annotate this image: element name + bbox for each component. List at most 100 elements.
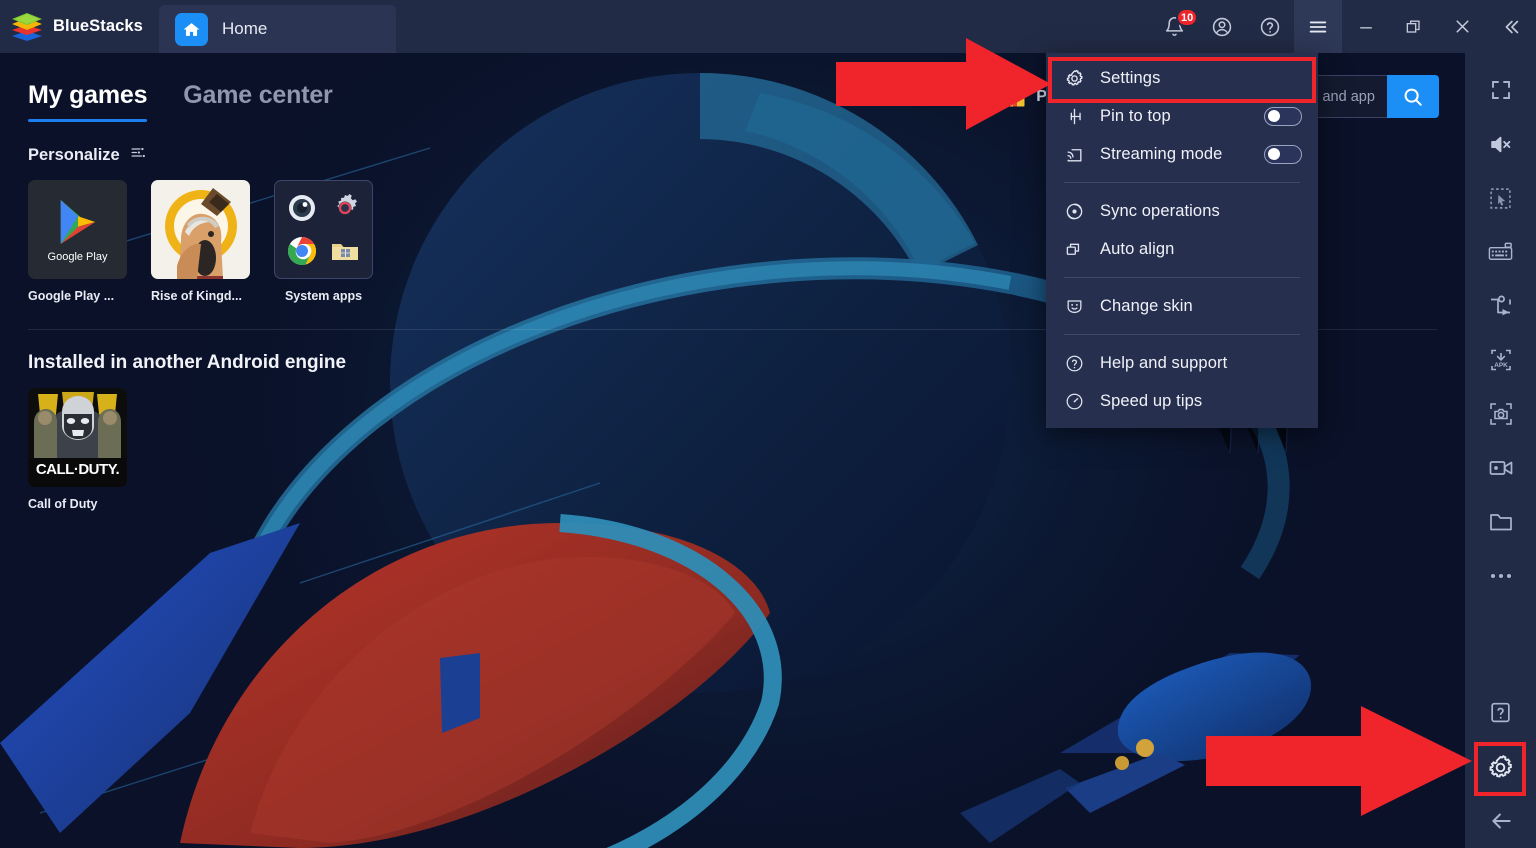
auto-align-icon	[1064, 239, 1084, 259]
help-button[interactable]	[1246, 0, 1294, 53]
personalize-label: Personalize	[28, 145, 120, 164]
speedometer-icon	[1064, 391, 1084, 411]
svg-text:APK: APK	[1494, 362, 1508, 369]
menu-item-help-and-support-label: Help and support	[1100, 353, 1228, 372]
camera-eye-icon	[289, 195, 316, 222]
gear-icon	[1489, 754, 1512, 778]
menu-item-pin-to-top-label: Pin to top	[1100, 106, 1171, 125]
install-apk-icon: APK	[1490, 349, 1511, 371]
app-label-system-apps: System apps	[284, 289, 363, 303]
system-apps-folder-icon	[274, 180, 373, 279]
app-label-call-of-duty: Call of Duty	[28, 497, 98, 511]
rise-of-kingdoms-icon	[151, 180, 250, 279]
restore-window-icon	[1406, 20, 1420, 33]
file-manager-folder-icon	[331, 243, 358, 260]
menu-item-pin-to-top[interactable]: Pin to top	[1046, 97, 1318, 135]
menu-item-auto-align[interactable]: Auto align	[1046, 230, 1318, 268]
macro-recorder-icon	[1490, 295, 1511, 316]
mute-icon	[1491, 136, 1511, 152]
menu-separator	[1064, 277, 1300, 278]
sidebar-item-back[interactable]	[1465, 794, 1536, 848]
app-item-google-play[interactable]: Google Play Google Play ...	[28, 180, 127, 303]
sidebar-item-help[interactable]	[1465, 686, 1536, 740]
close-button[interactable]	[1438, 0, 1486, 53]
sidebar-item-install-apk[interactable]: APK	[1465, 333, 1536, 387]
hamburger-menu-icon	[1309, 20, 1327, 32]
bluestacks-window: BlueStacks Home 10 My games Game center …	[0, 0, 1536, 848]
screenshot-icon	[1489, 403, 1512, 425]
tab-my-games-label: My games	[28, 81, 148, 109]
window-controls: 10	[1150, 0, 1536, 53]
tab-home-label: Home	[221, 19, 268, 38]
sidebar-item-media-manager[interactable]	[1465, 495, 1536, 549]
sidebar-item-screenshot[interactable]	[1465, 387, 1536, 441]
streaming-mode-toggle[interactable]	[1264, 144, 1302, 164]
menu-separator	[1064, 182, 1300, 183]
android-settings-gear-icon	[337, 194, 357, 215]
sidebar-item-macro-recorder[interactable]	[1465, 279, 1536, 333]
question-box-icon	[1491, 703, 1510, 723]
more-options-icon	[1490, 574, 1511, 579]
call-of-duty-icon: CALL·DUTY.	[28, 388, 127, 487]
sliders-icon[interactable]	[130, 144, 147, 166]
hamburger-menu-button[interactable]	[1294, 0, 1342, 53]
menu-item-help-and-support[interactable]: Help and support	[1046, 344, 1318, 382]
app-item-system-apps[interactable]: System apps	[274, 180, 373, 303]
menu-item-settings-label: Settings	[1100, 68, 1161, 87]
multi-select-icon	[1490, 187, 1511, 209]
sidebar-item-more-options[interactable]	[1465, 549, 1536, 603]
pin-icon	[1064, 106, 1084, 126]
maximize-button[interactable]	[1390, 0, 1438, 53]
menu-separator	[1064, 334, 1300, 335]
right-toolbar: APK	[1465, 53, 1536, 848]
tab-home[interactable]: Home	[158, 5, 396, 53]
home-icon	[174, 12, 208, 46]
sidebar-item-settings[interactable]	[1465, 740, 1536, 794]
minimize-button[interactable]	[1342, 0, 1390, 53]
menu-item-sync-operations-label: Sync operations	[1100, 201, 1220, 220]
sidebar-item-game-controls[interactable]	[1465, 225, 1536, 279]
notification-badge: 10	[1176, 8, 1199, 27]
menu-item-settings[interactable]: Settings	[1046, 59, 1318, 97]
question-circle-icon	[1064, 353, 1084, 373]
search-button[interactable]	[1387, 75, 1439, 118]
tab-game-center-label: Game center	[183, 81, 333, 109]
sync-operations-icon	[1064, 201, 1084, 221]
google-play-caption: Google Play	[47, 250, 108, 263]
app-item-call-of-duty[interactable]: CALL·DUTY. Call of Duty	[28, 388, 127, 511]
menu-item-sync-operations[interactable]: Sync operations	[1046, 192, 1318, 230]
menu-item-streaming-mode-label: Streaming mode	[1100, 144, 1223, 163]
notifications-button[interactable]: 10	[1150, 0, 1199, 53]
cast-icon	[1064, 144, 1084, 164]
back-arrow-icon	[1491, 813, 1511, 829]
question-circle-icon	[1260, 17, 1280, 36]
brand-name: BlueStacks	[53, 17, 143, 35]
chevron-double-left-icon	[1505, 20, 1519, 33]
app-label-rise-of-kingdoms: Rise of Kingd...	[151, 289, 242, 303]
google-play-icon: Google Play	[28, 180, 127, 279]
bluestacks-logo-icon	[12, 12, 42, 41]
sidebar-item-record-screen[interactable]	[1465, 441, 1536, 495]
menu-item-auto-align-label: Auto align	[1100, 239, 1175, 258]
sidebar-item-multi-select[interactable]	[1465, 171, 1536, 225]
tab-my-games[interactable]: My games	[28, 81, 148, 122]
collapse-sidebar-button[interactable]	[1486, 0, 1536, 53]
menu-item-change-skin[interactable]: Change skin	[1046, 287, 1318, 325]
brand: BlueStacks	[0, 0, 159, 53]
other-engine-title: Installed in another Android engine	[28, 352, 347, 373]
search-icon	[1404, 88, 1422, 106]
change-skin-mask-icon	[1064, 296, 1084, 316]
app-item-rise-of-kingdoms[interactable]: Rise of Kingd...	[151, 180, 250, 303]
menu-item-speed-up-tips[interactable]: Speed up tips	[1046, 382, 1318, 420]
pin-to-top-toggle[interactable]	[1264, 106, 1302, 126]
minimize-icon	[1360, 26, 1372, 28]
chrome-icon	[288, 236, 317, 265]
app-label-google-play: Google Play ...	[28, 289, 115, 303]
menu-item-streaming-mode[interactable]: Streaming mode	[1046, 135, 1318, 173]
account-button[interactable]	[1198, 0, 1246, 53]
sidebar-item-fullscreen[interactable]	[1465, 63, 1536, 117]
sidebar-item-mute[interactable]	[1465, 117, 1536, 171]
close-icon	[1455, 20, 1469, 33]
tab-game-center[interactable]: Game center	[183, 81, 332, 122]
record-video-icon	[1489, 461, 1512, 475]
